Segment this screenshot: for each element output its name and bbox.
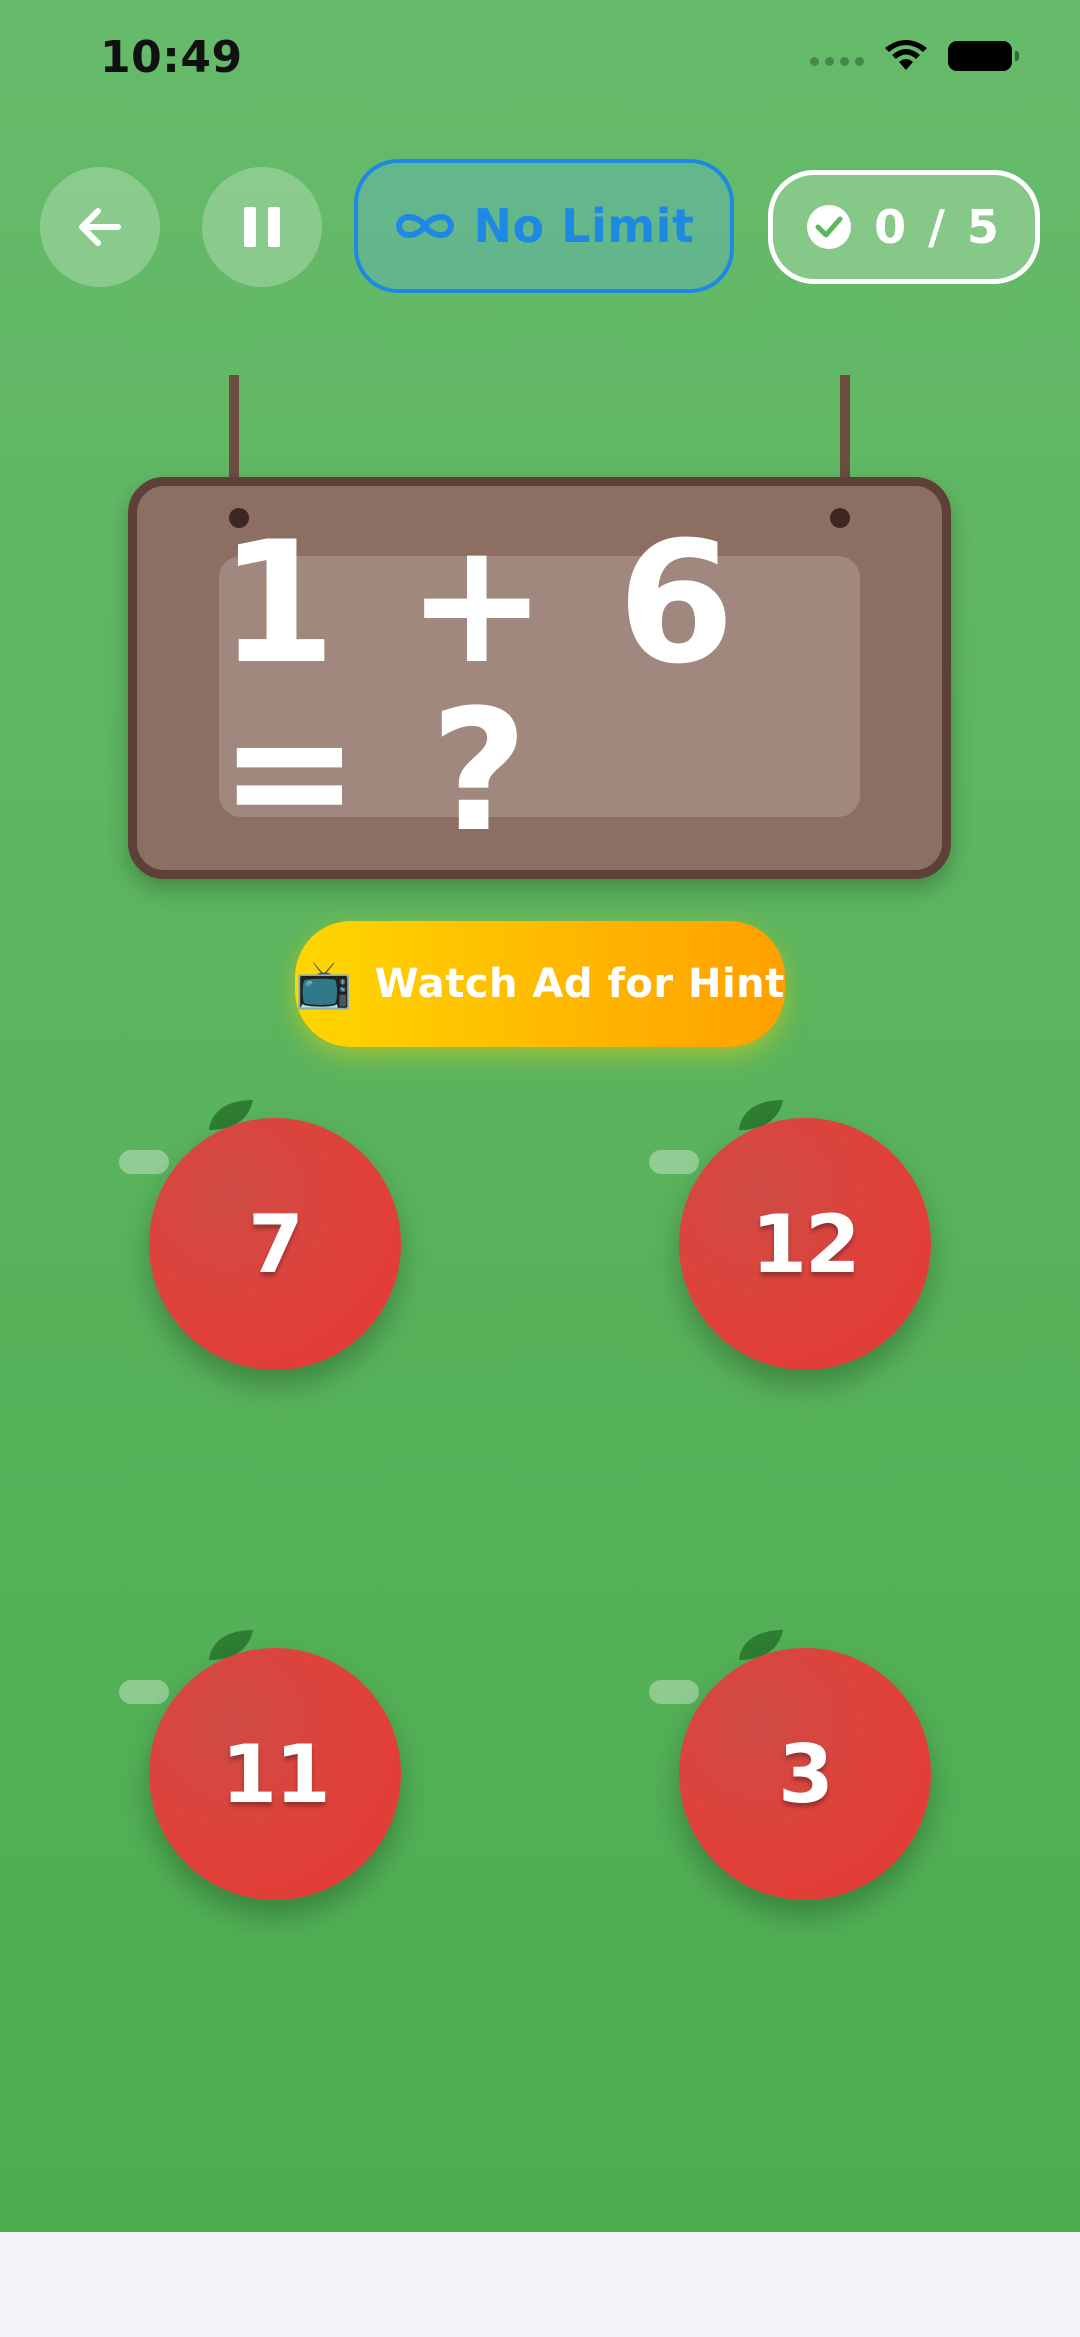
back-button[interactable] (40, 167, 160, 287)
home-indicator-area (0, 2232, 1080, 2337)
status-icons (810, 40, 1019, 72)
hint-button-label: Watch Ad for Hint (374, 961, 785, 1007)
infinity-icon (395, 214, 454, 238)
apple-highlight (119, 1150, 169, 1174)
answer-option[interactable]: 7 (57, 1098, 437, 1398)
apple-highlight (649, 1150, 699, 1174)
cellular-signal-icon (810, 56, 864, 66)
answer-value: 12 (751, 1197, 860, 1291)
apple-highlight (119, 1680, 169, 1704)
equation-text: 1 + 6 = ? (219, 504, 741, 869)
board-rope (229, 375, 239, 483)
status-time: 10:49 (100, 32, 243, 83)
answer-apple[interactable]: 11 (149, 1648, 401, 1900)
arrow-left-icon (79, 208, 121, 246)
time-limit-label: No Limit (473, 199, 695, 253)
equation-panel: 1 + 6 = ? (219, 519, 860, 855)
answer-option[interactable]: 11 (57, 1628, 437, 1928)
board-rope (840, 375, 850, 483)
answer-apple[interactable]: 7 (149, 1118, 401, 1370)
answer-option[interactable]: 3 (587, 1628, 967, 1928)
television-icon: 📺 (295, 957, 353, 1011)
answer-option[interactable]: 12 (587, 1098, 967, 1398)
score-badge: 0 / 5 (768, 170, 1040, 284)
pause-icon (244, 207, 280, 247)
game-screen: 10:49 No Limit 0 / 5 1 + 6 = ? 📺 Watch A… (0, 0, 1080, 2232)
wifi-icon (885, 40, 927, 70)
score-text: 0 / 5 (874, 200, 1002, 254)
answer-value: 11 (221, 1727, 330, 1821)
battery-icon (948, 41, 1019, 71)
answer-apple[interactable]: 3 (679, 1648, 931, 1900)
time-limit-badge[interactable]: No Limit (354, 159, 734, 293)
apple-highlight (649, 1680, 699, 1704)
answer-value: 7 (248, 1197, 304, 1291)
question-board: 1 + 6 = ? (128, 477, 951, 879)
pause-button[interactable] (202, 167, 322, 287)
check-circle-icon (807, 205, 852, 249)
answer-apple[interactable]: 12 (679, 1118, 931, 1370)
answer-value: 3 (778, 1727, 834, 1821)
watch-ad-hint-button[interactable]: 📺 Watch Ad for Hint (295, 921, 785, 1047)
